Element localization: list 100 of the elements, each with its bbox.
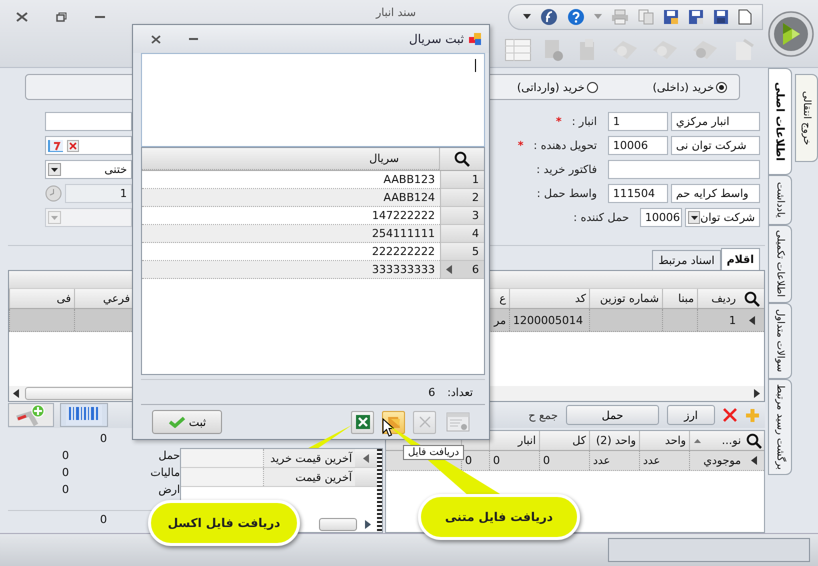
name-field[interactable]: انبار مرکزي (671, 112, 760, 131)
summary-value: 0 (62, 449, 70, 462)
sort-icon (694, 439, 701, 443)
save-icon[interactable] (663, 8, 679, 25)
scroll-left-icon[interactable] (13, 389, 19, 398)
column-header[interactable]: ردیف (697, 289, 739, 308)
column-header[interactable]: سریال (369, 152, 399, 165)
row-number: 5 (472, 245, 479, 258)
name-field[interactable]: شرکت توان نی (671, 136, 760, 155)
table-cell: 0 (465, 454, 472, 467)
field-label: واسط حمل : (536, 187, 597, 200)
dropdown-icon[interactable] (51, 168, 58, 172)
row-number: 1 (472, 173, 479, 186)
column-header[interactable]: کل (539, 431, 589, 450)
toolbar-button[interactable]: حمل (566, 405, 659, 425)
table-cell: عدد (643, 454, 660, 467)
column-header[interactable]: کد (509, 289, 589, 308)
combo-box[interactable]: شرکت توان (685, 208, 760, 227)
row-indicator-icon (446, 265, 452, 274)
search-icon[interactable] (454, 151, 470, 167)
mouse-pointer-icon (382, 418, 394, 437)
table-cell: مر (494, 314, 506, 326)
column-header[interactable]: نو... (689, 431, 744, 450)
side-tab[interactable]: سوالات متداول (768, 303, 792, 379)
required-mark: * (518, 139, 524, 152)
save-icon[interactable] (713, 8, 729, 25)
column-header[interactable]: فی (9, 289, 74, 308)
calendar-icon[interactable] (47, 138, 65, 152)
code-field[interactable]: 1 (608, 112, 668, 131)
date-field[interactable] (45, 136, 132, 155)
help-icon[interactable] (567, 8, 585, 26)
summary-label: حمل (158, 449, 180, 462)
table-cell: 1200005014 (513, 314, 583, 326)
side-tab[interactable]: خروج انتقالی (795, 74, 818, 162)
delete-icon[interactable] (723, 408, 737, 422)
count-label: تعداد: (447, 386, 473, 398)
field-label: انبار : (572, 115, 597, 128)
row-number: 6 (472, 263, 479, 276)
text-field[interactable] (608, 160, 760, 179)
code-field[interactable]: 111504 (608, 184, 668, 203)
tab[interactable]: اقلام (720, 248, 760, 270)
scroll-right-icon[interactable] (754, 389, 760, 398)
barcode-icon (66, 405, 102, 425)
side-tab[interactable]: یادداشت (768, 175, 792, 225)
close-icon[interactable] (151, 34, 161, 44)
table-cell: 333333333 (372, 263, 435, 276)
column-header[interactable]: واحد (2) (589, 431, 639, 450)
flash-icon[interactable] (540, 8, 558, 26)
code-field[interactable]: 10006 (640, 208, 682, 227)
radio-button[interactable]: خرید (داخلی) (652, 80, 727, 94)
close-icon[interactable] (16, 12, 28, 22)
barcode-button[interactable] (60, 403, 108, 427)
required-mark: * (556, 115, 562, 128)
row-header (355, 468, 377, 486)
excel-button[interactable] (351, 410, 374, 434)
search-icon[interactable] (744, 290, 760, 306)
field-label: تحویل دهنده : (534, 139, 597, 152)
table-cell: 0 (493, 454, 500, 467)
zoom-add-button[interactable] (8, 403, 54, 427)
dropdown-icon[interactable] (690, 216, 698, 220)
field-label: حمل کننده : (573, 211, 629, 224)
name-field[interactable]: واسط کرایه حم (671, 184, 760, 203)
table-cell: موجودي (703, 454, 741, 467)
count-value: 6 (428, 386, 436, 398)
tab[interactable]: اسناد مرتبط (652, 250, 721, 270)
table-cell: 0 (543, 454, 550, 467)
column-header[interactable]: شماره توزین (589, 289, 662, 308)
column-header[interactable]: مبنا (662, 289, 697, 308)
table-cell: AABB123 (384, 173, 435, 186)
table-cell: آخرین قیمت (295, 470, 352, 484)
field-label: فاکتور خرید : (536, 163, 597, 176)
table-cell: آخرین قیمت خرید (270, 452, 352, 464)
side-tab[interactable]: اطلاعات اصلی (768, 68, 792, 175)
document-icon[interactable] (738, 8, 752, 25)
toolbar-button[interactable]: ارز (667, 405, 715, 425)
scrollbar-thumb[interactable] (319, 518, 357, 531)
code-field[interactable]: 10006 (608, 136, 668, 155)
text-field[interactable] (45, 112, 132, 131)
clear-icon[interactable] (67, 140, 79, 152)
row-indicator-icon (751, 456, 757, 465)
side-tab[interactable]: اطلاعات تکمیلی (768, 225, 792, 303)
total-label: جمع ح (528, 408, 558, 422)
minimize-icon[interactable] (189, 38, 198, 40)
check-icon (168, 416, 186, 428)
summary-label: ارض (157, 483, 180, 496)
combo-box[interactable]: ختنی (45, 160, 132, 179)
table-cell: 147222222 (372, 209, 435, 222)
scroll-right-icon[interactable] (365, 520, 371, 529)
serial-input[interactable] (141, 53, 485, 147)
column-header[interactable]: واحد (639, 431, 689, 450)
search-icon[interactable] (746, 432, 762, 448)
excel-icon (356, 415, 370, 429)
logo-icon[interactable] (768, 10, 814, 56)
table-cell: 254111111 (372, 227, 435, 240)
save-icon[interactable] (688, 8, 704, 25)
restore-icon[interactable] (56, 12, 67, 22)
dropdown-icon[interactable] (523, 14, 531, 20)
side-tab[interactable]: برگشت رسید مرتبط (768, 379, 792, 475)
radio-button[interactable]: خرید (وارداتی) (516, 80, 598, 94)
save-button[interactable]: ثبت (152, 410, 222, 434)
